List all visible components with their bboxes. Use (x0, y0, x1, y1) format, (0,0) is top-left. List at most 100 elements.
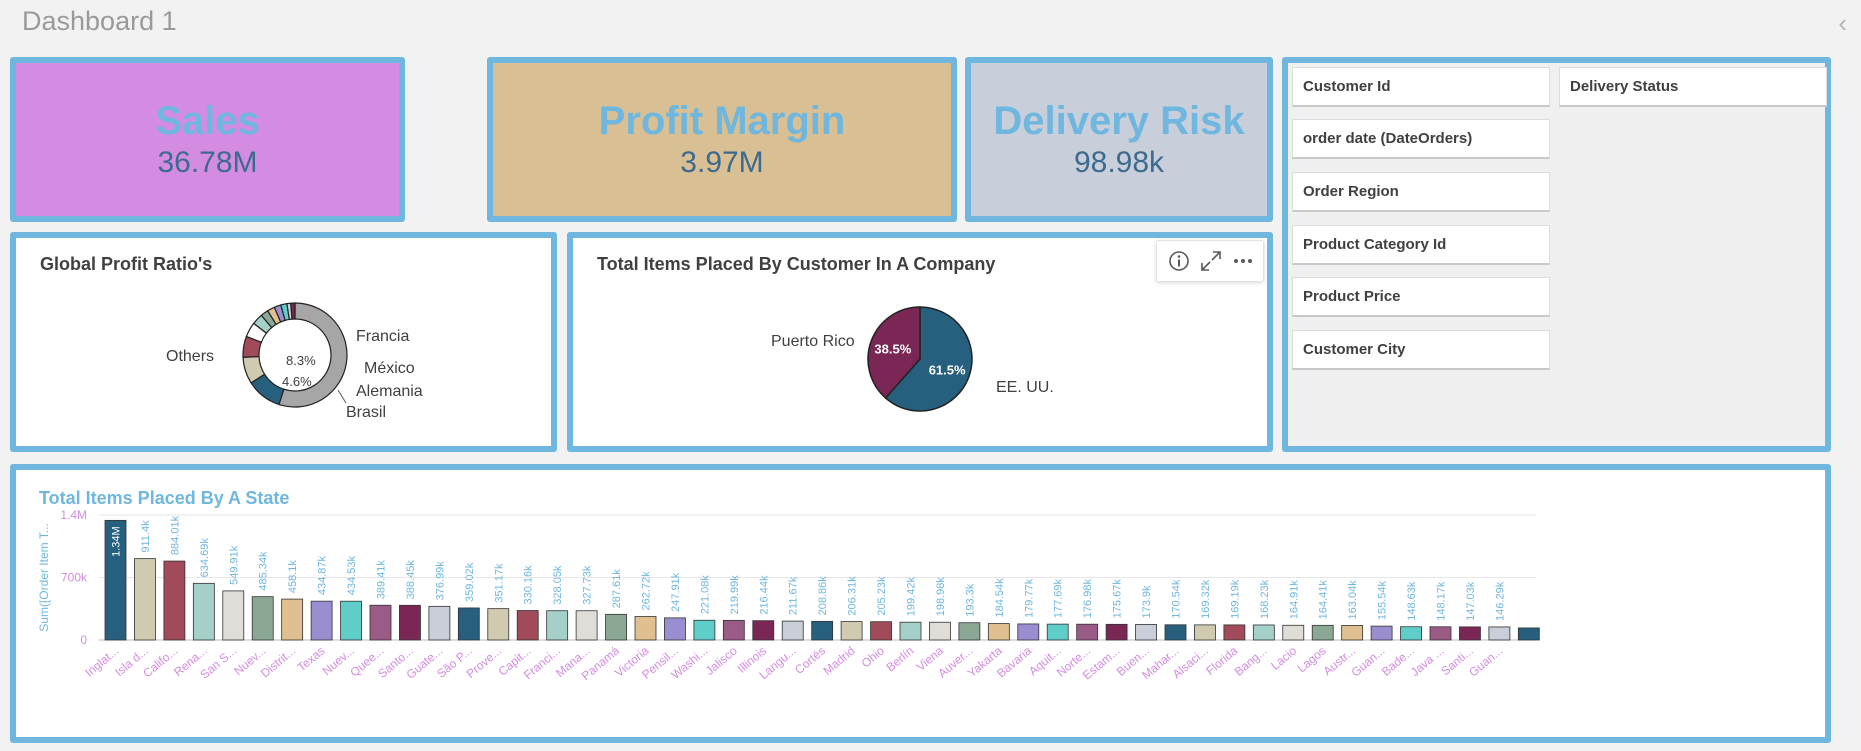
bar-value-label: 328.05k (552, 565, 564, 605)
filter-pane: Customer Id order date (DateOrders) Orde… (1282, 57, 1831, 452)
bar[interactable] (811, 620, 834, 641)
bar-value-label: 434.87k (317, 556, 329, 596)
kpi-value: 98.98k (1073, 145, 1165, 179)
x-tick-label: Inglat... (82, 644, 121, 680)
bar[interactable] (1076, 623, 1099, 641)
bar[interactable] (1017, 623, 1040, 641)
info-icon[interactable] (1165, 247, 1193, 275)
bar[interactable] (1311, 624, 1334, 641)
bar[interactable] (1164, 624, 1187, 641)
bar[interactable] (399, 604, 421, 641)
bar-value-label: 170.54k (1171, 579, 1183, 619)
bar[interactable] (1341, 625, 1364, 641)
bar[interactable] (1517, 627, 1540, 641)
bar[interactable] (987, 623, 1010, 641)
filter-customer-city[interactable]: Customer City (1292, 330, 1550, 370)
bar[interactable] (929, 621, 951, 641)
bar[interactable] (1223, 624, 1246, 641)
bar[interactable] (251, 596, 274, 641)
bar[interactable] (281, 598, 304, 641)
bar[interactable] (1429, 626, 1452, 641)
bar[interactable] (369, 604, 392, 641)
bar-value-label: 168.23k (1259, 579, 1271, 619)
bar[interactable] (840, 621, 863, 641)
bar-value-label: 211.67k (788, 576, 800, 615)
chevron-left-icon[interactable]: ‹ (1838, 8, 1847, 39)
bar[interactable] (516, 610, 539, 641)
bar[interactable] (1194, 624, 1216, 641)
more-icon[interactable] (1229, 247, 1257, 275)
chart-toolbar (1156, 240, 1264, 282)
items-by-state-panel[interactable]: Total Items Placed By A State 0 700k 1.4M S… (10, 464, 1831, 743)
bar[interactable] (134, 558, 156, 641)
bar-value-label: 177.69k (1053, 578, 1065, 618)
bar[interactable] (664, 617, 686, 641)
x-tick-label: Guan... (1466, 644, 1505, 680)
filter-product-price[interactable]: Product Price (1292, 277, 1550, 317)
bar[interactable] (1046, 623, 1069, 641)
filter-order-date[interactable]: order date (DateOrders) (1292, 119, 1550, 159)
donut-chart[interactable] (16, 238, 551, 446)
bar[interactable] (722, 619, 745, 641)
bar[interactable] (752, 620, 775, 641)
bar[interactable] (310, 600, 333, 641)
bar-chart[interactable]: 0 700k 1.4M Sum([Order Item T... 1.34M Inglat… (16, 470, 1825, 737)
x-tick-label: Jalisco (703, 643, 740, 678)
bar[interactable] (693, 619, 716, 641)
filter-delivery-status[interactable]: Delivery Status (1559, 67, 1827, 107)
bar[interactable] (870, 621, 892, 641)
bar-value-label: 199.42k (906, 577, 918, 617)
bar[interactable] (192, 582, 215, 641)
bar[interactable] (1400, 626, 1422, 641)
bar-value-label: 388.45k (405, 560, 417, 600)
bar[interactable] (1282, 624, 1305, 641)
kpi-delivery-risk[interactable]: Delivery Risk 98.98k (965, 57, 1273, 222)
bar[interactable] (457, 607, 480, 641)
x-tick-label: Ohio (859, 643, 888, 670)
filter-product-category-id[interactable]: Product Category Id (1292, 225, 1550, 265)
y-tick-label: 700k (61, 571, 88, 585)
bar[interactable] (487, 608, 510, 641)
expand-icon[interactable] (1197, 247, 1225, 275)
global-profit-ratio-panel[interactable]: Global Profit Ratio's Others Francia Méx… (10, 232, 557, 452)
header-bar: Dashboard 1 ‹ (0, 0, 1861, 44)
donut-slice[interactable] (290, 302, 296, 320)
bar-value-label: 287.61k (611, 569, 623, 609)
bar[interactable] (222, 590, 245, 641)
bar[interactable] (546, 610, 569, 641)
bar-value-label: 216.44k (758, 575, 770, 615)
bar-value-label: 147.03k (1465, 581, 1477, 621)
bar-value-label: 330.16k (523, 565, 535, 605)
bar[interactable] (163, 560, 186, 641)
bar-value-label: 179.77k (1023, 578, 1035, 618)
bar[interactable] (428, 605, 451, 641)
bar[interactable] (1252, 624, 1275, 641)
bar[interactable] (1488, 626, 1511, 641)
donut-label-francia: Francia (356, 328, 410, 345)
bar[interactable] (575, 610, 598, 641)
bar[interactable] (1135, 624, 1157, 641)
bar-value-label: 146.29k (1494, 581, 1506, 621)
filter-customer-id[interactable]: Customer Id (1292, 67, 1550, 107)
y-tick-label: 1.4M (60, 508, 87, 522)
bar[interactable] (899, 621, 922, 641)
bar-value-label: 458.1k (287, 560, 299, 594)
bar-value-label: 911.4k (140, 520, 152, 553)
bar[interactable] (605, 613, 627, 641)
bar-value-label: 884.01k (169, 515, 181, 555)
filter-order-region[interactable]: Order Region (1292, 172, 1550, 212)
kpi-sales[interactable]: Sales 36.78M (10, 57, 405, 222)
bar-value-label: 327.73k (582, 565, 594, 605)
bar[interactable] (781, 620, 804, 641)
bar[interactable] (1105, 623, 1128, 641)
bar-value-label: 175.67k (1112, 579, 1124, 619)
x-tick-label: Lacio (1268, 643, 1299, 672)
bar[interactable] (634, 616, 657, 641)
kpi-profit-margin[interactable]: Profit Margin 3.97M (487, 57, 957, 222)
bar-value-label: 193.3k (964, 583, 976, 617)
bar[interactable] (1370, 625, 1393, 641)
bar-value-label: 169.32k (1200, 579, 1212, 619)
bar[interactable] (1459, 626, 1481, 641)
bar[interactable] (340, 600, 362, 641)
bar[interactable] (958, 622, 981, 641)
